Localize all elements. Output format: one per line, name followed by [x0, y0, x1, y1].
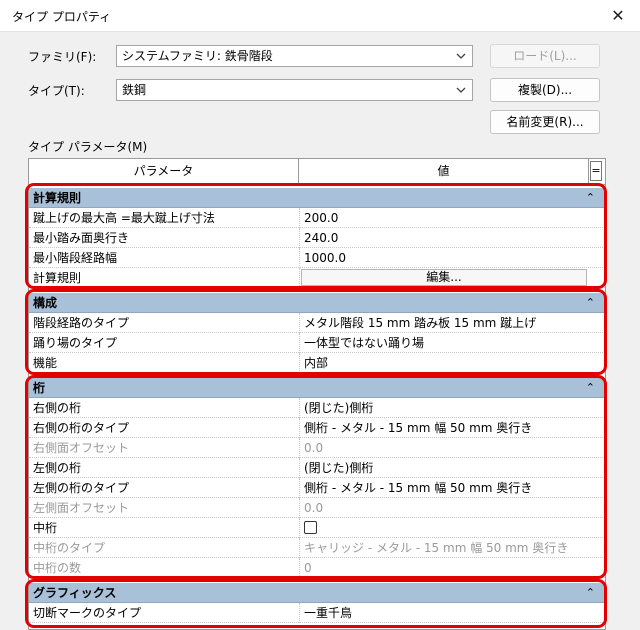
- param-name: 計算規則: [33, 271, 82, 285]
- group-label: 計算規則: [33, 191, 82, 205]
- param-name: 蹴上げの最大高 =最大蹴上げ寸法: [33, 211, 215, 225]
- type-value: 鉄鋼: [122, 83, 147, 97]
- type-label: タイプ(T):: [28, 84, 85, 98]
- edit-button[interactable]: 編集...: [301, 269, 587, 286]
- param-value[interactable]: 1000.0: [304, 248, 594, 268]
- param-value[interactable]: 200.0: [304, 208, 594, 228]
- rename-button[interactable]: 名前変更(R)...: [490, 110, 600, 134]
- window-title: タイプ プロパティ: [12, 10, 112, 24]
- param-value[interactable]: 240.0: [304, 228, 594, 248]
- param-row[interactable]: 切断マークのタイプ 一重千鳥: [29, 603, 605, 623]
- param-name: 踊り場のタイプ: [33, 336, 118, 350]
- param-row: 左側面オフセット 0.0: [29, 498, 605, 518]
- param-value[interactable]: (閉じた)側桁: [304, 458, 594, 478]
- param-value: キャリッジ - メタル - 15 mm 幅 50 mm 奥行き: [304, 541, 569, 555]
- param-name: 右側面オフセット: [33, 441, 130, 455]
- param-row[interactable]: 蹴上げの最大高 =最大蹴上げ寸法 200.0: [29, 208, 605, 228]
- collapse-icon[interactable]: ⌃: [586, 188, 595, 208]
- param-row: 右側面オフセット 0.0: [29, 438, 605, 458]
- family-value: システムファミリ: 鉄骨階段: [122, 49, 273, 63]
- collapse-icon[interactable]: ⌃: [586, 293, 595, 313]
- title-bar: タイプ プロパティ ✕: [0, 0, 640, 32]
- middle-stringer-checkbox[interactable]: [304, 521, 317, 534]
- param-row[interactable]: 最小踏み面奥行き 240.0: [29, 228, 605, 248]
- header-value[interactable]: 値: [299, 159, 589, 184]
- group-label: 桁: [33, 381, 46, 395]
- column-toggle-button[interactable]: =: [590, 161, 602, 181]
- param-value[interactable]: 一重千鳥: [304, 603, 594, 623]
- param-name: 最小踏み面奥行き: [33, 231, 130, 245]
- param-value[interactable]: 側桁 - メタル - 15 mm 幅 50 mm 奥行き: [304, 418, 594, 438]
- group-header-graphics[interactable]: グラフィックス ⌃: [29, 583, 605, 603]
- param-row[interactable]: 階段経路のタイプ メタル階段 15 mm 踏み板 15 mm 蹴上げ: [29, 313, 605, 333]
- load-button[interactable]: ロード(L)...: [490, 44, 600, 68]
- param-name: 機能: [33, 356, 58, 370]
- param-value[interactable]: メタル階段 15 mm 踏み板 15 mm 蹴上げ: [304, 313, 594, 333]
- param-name: 中桁のタイプ: [33, 541, 106, 555]
- param-value[interactable]: 一体型ではない踊り場: [304, 333, 594, 353]
- param-value[interactable]: 内部: [304, 353, 594, 373]
- param-name: 左側の桁: [33, 461, 82, 475]
- param-row: 中桁の数 0: [29, 558, 605, 578]
- param-value: 0.0: [304, 441, 324, 455]
- param-row[interactable]: 踊り場のタイプ 一体型ではない踊り場: [29, 333, 605, 353]
- collapse-icon[interactable]: ⌃: [586, 583, 595, 603]
- type-parameters-label: タイプ パラメータ(M): [28, 140, 148, 154]
- param-name: 右側の桁: [33, 401, 82, 415]
- param-value[interactable]: (閉じた)側桁: [304, 398, 594, 418]
- param-value: 0.0: [304, 501, 324, 515]
- param-row[interactable]: 中桁: [29, 518, 605, 538]
- type-parameters-grid[interactable]: パラメータ 値 = 計算規則 ⌃ 蹴上げの最大高 =最大蹴上げ寸法 200.0 …: [28, 158, 606, 630]
- param-name: 最小階段経路幅: [33, 251, 118, 265]
- param-row[interactable]: 計算規則 編集...: [29, 268, 605, 288]
- param-row: 中桁のタイプ キャリッジ - メタル - 15 mm 幅 50 mm 奥行き: [29, 538, 605, 558]
- group-header-construction[interactable]: 構成 ⌃: [29, 293, 605, 313]
- group-header-calculation-rules[interactable]: 計算規則 ⌃: [29, 188, 605, 208]
- param-name: 切断マークのタイプ: [33, 606, 142, 620]
- param-row[interactable]: 最小階段経路幅 1000.0: [29, 248, 605, 268]
- param-row[interactable]: 右側の桁のタイプ 側桁 - メタル - 15 mm 幅 50 mm 奥行き: [29, 418, 605, 438]
- header-parameter[interactable]: パラメータ: [29, 159, 299, 184]
- chevron-down-icon: [456, 53, 466, 59]
- param-name: 左側面オフセット: [33, 501, 130, 515]
- family-label: ファミリ(F):: [28, 50, 97, 64]
- param-row[interactable]: 左側の桁 (閉じた)側桁: [29, 458, 605, 478]
- grid-header: パラメータ 値 =: [29, 159, 605, 185]
- chevron-down-icon: [456, 87, 466, 93]
- param-name: 左側の桁のタイプ: [33, 481, 130, 495]
- duplicate-button[interactable]: 複製(D)...: [490, 78, 600, 102]
- param-name: 中桁の数: [33, 561, 82, 575]
- param-name: 中桁: [33, 521, 58, 535]
- param-value: 0: [304, 561, 312, 575]
- collapse-icon[interactable]: ⌃: [586, 378, 595, 398]
- group-header-stringers[interactable]: 桁 ⌃: [29, 378, 605, 398]
- param-row[interactable]: 左側の桁のタイプ 側桁 - メタル - 15 mm 幅 50 mm 奥行き: [29, 478, 605, 498]
- close-icon[interactable]: ✕: [606, 4, 630, 28]
- param-row[interactable]: 機能 内部: [29, 353, 605, 373]
- param-name: 階段経路のタイプ: [33, 316, 130, 330]
- param-name: 右側の桁のタイプ: [33, 421, 130, 435]
- type-combobox[interactable]: 鉄鋼: [116, 79, 473, 101]
- param-value[interactable]: 側桁 - メタル - 15 mm 幅 50 mm 奥行き: [304, 478, 594, 498]
- group-label: 構成: [33, 296, 58, 310]
- family-combobox[interactable]: システムファミリ: 鉄骨階段: [116, 45, 473, 67]
- param-row[interactable]: 右側の桁 (閉じた)側桁: [29, 398, 605, 418]
- group-label: グラフィックス: [33, 586, 117, 600]
